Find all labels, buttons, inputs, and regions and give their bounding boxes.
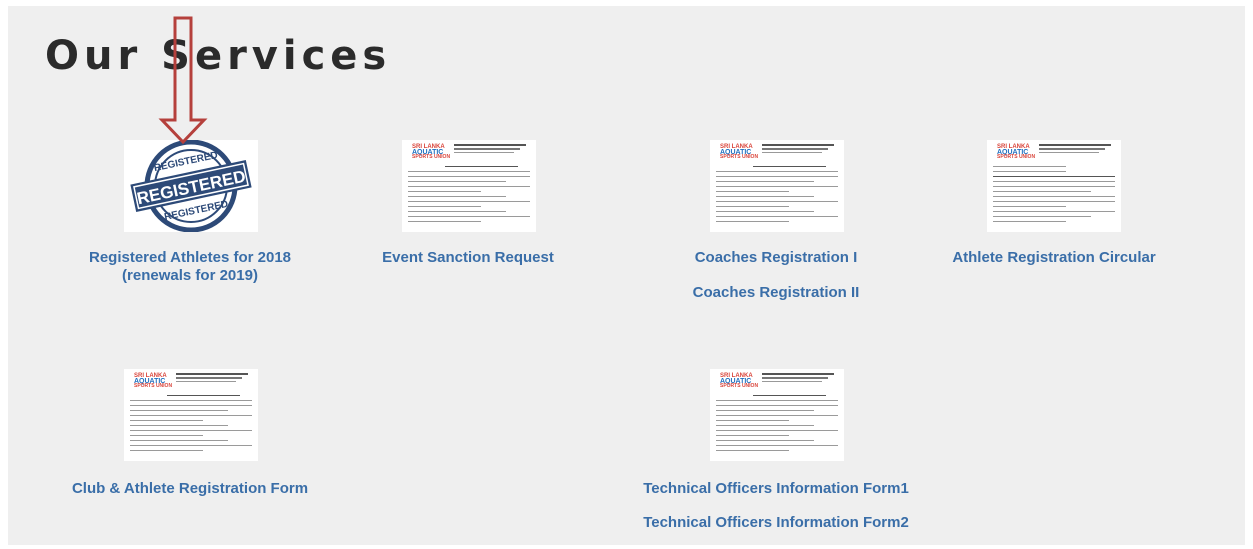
coaches-registration-thumbnail[interactable]: SRI LANKA AQUATIC SPORTS UNION	[710, 140, 844, 232]
coaches-registration-1-link[interactable]: Coaches Registration I	[676, 248, 876, 267]
document-header: SRI LANKA AQUATIC SPORTS UNION	[412, 144, 528, 160]
event-sanction-thumbnail[interactable]: SRI LANKA AQUATIC SPORTS UNION	[402, 140, 536, 232]
athlete-circular-link[interactable]: Athlete Registration Circular	[944, 248, 1164, 267]
technical-officers-form2-link[interactable]: Technical Officers Information Form2	[636, 513, 916, 532]
registered-athletes-link[interactable]: Registered Athletes for 2018 (renewals f…	[80, 248, 300, 285]
document-thumbnail-icon	[716, 395, 838, 455]
document-header: SRI LANKA AQUATIC SPORTS UNION	[997, 144, 1113, 160]
registered-athletes-line1: Registered Athletes for 2018	[88, 249, 292, 266]
document-thumbnail-icon	[130, 395, 252, 455]
document-thumbnail-icon	[408, 166, 530, 226]
document-thumbnail-icon	[716, 166, 838, 226]
event-sanction-link[interactable]: Event Sanction Request	[378, 248, 558, 267]
technical-officers-thumbnail[interactable]: SRI LANKA AQUATIC SPORTS UNION	[710, 369, 844, 461]
registered-stamp-icon: REGISTERED REGISTERED REGISTERED	[130, 139, 252, 233]
club-athlete-form-link[interactable]: Club & Athlete Registration Form	[70, 479, 310, 498]
red-down-arrow-icon	[158, 16, 208, 144]
registered-athletes-line2: (renewals for 2019)	[122, 267, 258, 284]
document-thumbnail-icon	[993, 166, 1115, 226]
technical-officers-form1-link[interactable]: Technical Officers Information Form1	[636, 479, 916, 498]
club-athlete-form-thumbnail[interactable]: SRI LANKA AQUATIC SPORTS UNION	[124, 369, 258, 461]
registered-stamp-thumbnail[interactable]: REGISTERED REGISTERED REGISTERED	[124, 139, 258, 233]
document-header: SRI LANKA AQUATIC SPORTS UNION	[720, 373, 836, 389]
page-title: Our Services	[45, 33, 392, 79]
document-header: SRI LANKA AQUATIC SPORTS UNION	[720, 144, 836, 160]
document-header: SRI LANKA AQUATIC SPORTS UNION	[134, 373, 250, 389]
coaches-registration-2-link[interactable]: Coaches Registration II	[676, 283, 876, 302]
athlete-circular-thumbnail[interactable]: SRI LANKA AQUATIC SPORTS UNION	[987, 140, 1121, 232]
